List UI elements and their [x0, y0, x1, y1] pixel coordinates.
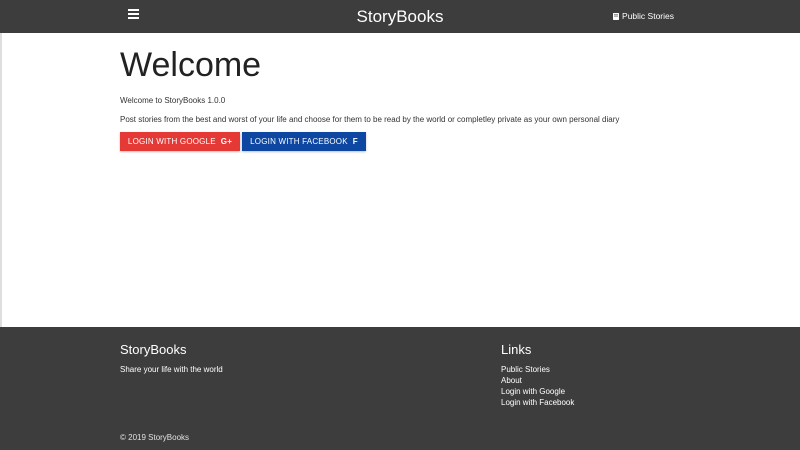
hamburger-menu-icon[interactable]	[128, 9, 141, 21]
footer-tagline: Share your life with the world	[120, 365, 223, 374]
footer-link-login-google[interactable]: Login with Google	[501, 386, 574, 397]
nav-public-stories-label: Public Stories	[622, 11, 674, 21]
brand-logo[interactable]: StoryBooks	[357, 7, 444, 26]
login-with-google-button[interactable]: Login With Google G+	[120, 132, 240, 151]
intro-text: Post stories from the best and worst of …	[120, 115, 620, 124]
book-icon	[613, 13, 620, 20]
login-with-facebook-label: Login With Facebook	[250, 137, 348, 146]
footer-link-login-facebook[interactable]: Login with Facebook	[501, 397, 574, 408]
login-with-google-label: Login With Google	[127, 137, 216, 146]
facebook-icon: f	[352, 137, 358, 146]
login-with-facebook-button[interactable]: Login With Facebook f	[242, 132, 366, 151]
page-title: Welcome	[120, 46, 262, 84]
footer-links-title: Links	[501, 342, 532, 357]
left-edge-divider	[0, 33, 2, 327]
google-plus-icon: G+	[220, 137, 233, 146]
nav-public-stories-link[interactable]: Public Stories	[613, 0, 674, 33]
footer-link-public-stories[interactable]: Public Stories	[501, 364, 574, 375]
version-text: Welcome to StoryBooks 1.0.0	[120, 96, 226, 105]
footer-brand: StoryBooks	[120, 342, 187, 357]
footer-link-about[interactable]: About	[501, 375, 574, 386]
copyright-text: © 2019 StoryBooks	[120, 433, 190, 442]
page-footer: StoryBooks Share your life with the worl…	[0, 327, 800, 450]
brand-logo-container: StoryBooks	[0, 0, 800, 33]
footer-links-list: Public Stories About Login with Google L…	[501, 364, 574, 408]
top-navbar: StoryBooks Public Stories	[0, 0, 800, 33]
